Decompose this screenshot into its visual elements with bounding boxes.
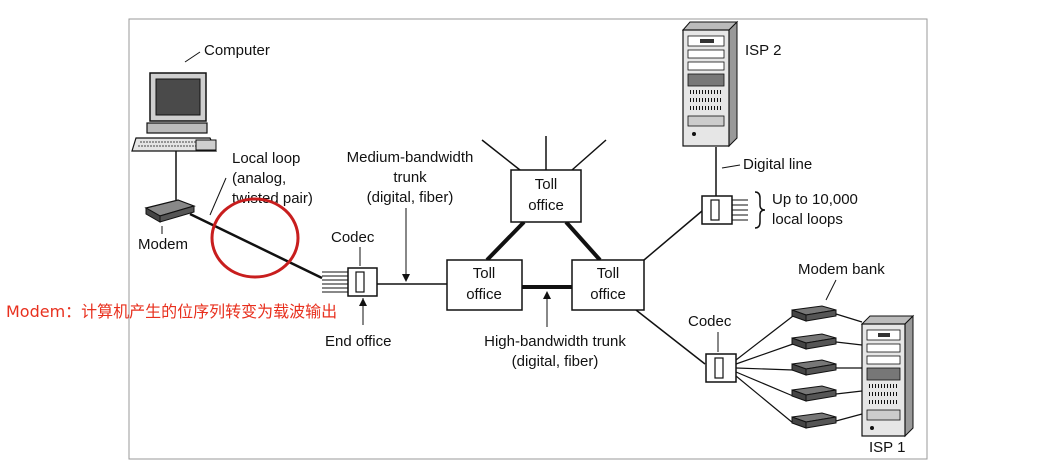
isp1-label: ISP 1 bbox=[869, 439, 905, 456]
local-loops-brace-icon bbox=[754, 191, 766, 229]
svg-text:(analog,: (analog, bbox=[232, 170, 286, 187]
fan-line-4 bbox=[735, 371, 794, 397]
isp2-label: ISP 2 bbox=[745, 42, 781, 59]
modem-annotation: Modem：计算机产生的位序列转变为载波输出 bbox=[6, 302, 337, 321]
bank-line-4 bbox=[835, 390, 863, 395]
computer-pointer-line bbox=[184, 51, 201, 63]
modem-bank-pointer-line bbox=[825, 279, 837, 301]
local-loops-label: Up to 10,000 local loops bbox=[772, 191, 858, 228]
svg-text:Up to 10,000: Up to 10,000 bbox=[772, 191, 858, 208]
svg-text:twisted pair): twisted pair) bbox=[232, 190, 313, 207]
modem-label: Modem bbox=[138, 236, 188, 253]
bank-line-2 bbox=[835, 341, 863, 346]
svg-text:(digital, fiber): (digital, fiber) bbox=[367, 189, 454, 206]
computer-icon bbox=[131, 72, 217, 152]
codec-right-label: Codec bbox=[688, 313, 732, 330]
local-loop-label: Local loop (analog, twisted pair) bbox=[232, 150, 313, 207]
bank-line-5 bbox=[835, 413, 863, 422]
svg-text:High-bandwidth trunk: High-bandwidth trunk bbox=[484, 333, 626, 350]
bank-modem-5-icon bbox=[791, 412, 837, 429]
end-office-label: End office bbox=[325, 333, 391, 350]
toll-top-uplink-1 bbox=[481, 139, 521, 171]
modem-bank-icons bbox=[791, 305, 837, 429]
fan-line-5 bbox=[735, 375, 794, 424]
bank-modem-1-icon bbox=[791, 305, 837, 322]
toll-office-left: Toll office bbox=[446, 259, 523, 311]
toll-office-top: Toll office bbox=[510, 169, 582, 223]
medium-trunk-label: Medium-bandwidth trunk (digital, fiber) bbox=[347, 149, 474, 206]
svg-text:office: office bbox=[528, 197, 564, 214]
modem-icon bbox=[144, 199, 196, 223]
trunk-right-to-top bbox=[564, 220, 602, 262]
codec-right-icon bbox=[705, 353, 737, 383]
svg-text:Toll: Toll bbox=[473, 265, 496, 282]
svg-text:Local loop: Local loop bbox=[232, 150, 300, 167]
modem-bank-label: Modem bank bbox=[798, 261, 885, 278]
computer-label: Computer bbox=[204, 42, 270, 59]
svg-text:Toll: Toll bbox=[597, 265, 620, 282]
svg-text:(digital, fiber): (digital, fiber) bbox=[512, 353, 599, 370]
telephone-network-diagram: Computer Modem Local loop (analog, twist… bbox=[6, 18, 928, 460]
svg-text:office: office bbox=[590, 286, 626, 303]
high-trunk-label: High-bandwidth trunk (digital, fiber) bbox=[484, 333, 626, 370]
codec-left-label: Codec bbox=[331, 229, 375, 246]
end-office-arrow-icon bbox=[359, 298, 367, 306]
trunk-left-to-top bbox=[485, 220, 526, 262]
highlight-circle bbox=[210, 197, 300, 279]
toll-office-right: Toll office bbox=[571, 259, 645, 311]
fan-line-3 bbox=[735, 367, 794, 371]
bank-line-1 bbox=[835, 313, 863, 323]
medium-trunk-arrow-icon bbox=[402, 274, 410, 282]
bank-modem-2-icon bbox=[791, 333, 837, 350]
bank-modem-3-icon bbox=[791, 359, 837, 376]
digital-line-pointer-line bbox=[721, 164, 741, 169]
isp1-server-icon bbox=[860, 314, 915, 438]
svg-text:local loops: local loops bbox=[772, 211, 843, 228]
high-trunk-arrow-icon bbox=[543, 291, 551, 299]
codec-left-icon bbox=[322, 267, 378, 297]
isp2-server-icon bbox=[681, 20, 739, 148]
toll-top-uplink-3 bbox=[571, 139, 607, 171]
svg-text:Medium-bandwidth: Medium-bandwidth bbox=[347, 149, 474, 166]
local-loop-line bbox=[189, 212, 323, 280]
svg-text:office: office bbox=[466, 286, 502, 303]
svg-text:trunk: trunk bbox=[393, 169, 427, 186]
digital-line-label: Digital line bbox=[743, 156, 812, 173]
toll-to-digital-line bbox=[643, 210, 703, 261]
bank-modem-4-icon bbox=[791, 385, 837, 402]
local-loops-terminal-icon bbox=[701, 195, 748, 225]
svg-text:Toll: Toll bbox=[535, 176, 558, 193]
